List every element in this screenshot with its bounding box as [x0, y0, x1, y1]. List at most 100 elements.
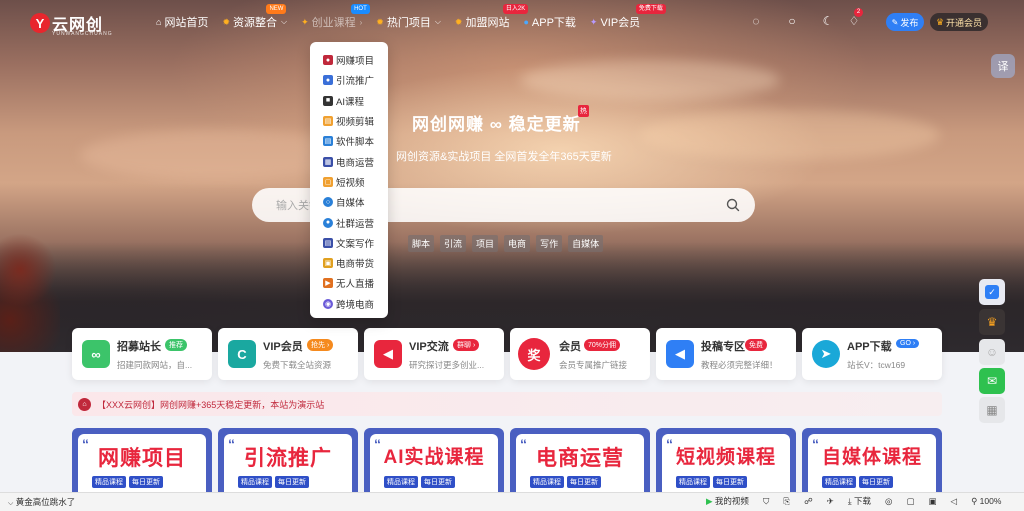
dropdown-item[interactable]: ○ 自媒体 [310, 192, 388, 212]
pip-icon[interactable]: ▣ [928, 496, 936, 507]
category-icon: ◉ [323, 298, 333, 309]
search-icon[interactable] [725, 197, 741, 213]
banner-tags: 精品课程 每日更新 [384, 476, 458, 488]
feature-desc: 招建同款网站，自... [117, 360, 193, 370]
feature-card-app[interactable]: ➤ APP下载 GO › 站长V：tcw169 [802, 328, 942, 380]
dropdown-item[interactable]: ● 社群运营 [310, 212, 388, 232]
dropdown-item-label: 软件脚本 [336, 137, 375, 149]
publish-button[interactable]: ✎ 发布 [886, 13, 924, 31]
chevron-down-icon: › [359, 17, 363, 27]
banner-tag: 每日更新 [859, 476, 893, 488]
course-banner[interactable]: “ 电商运营 精品课程 每日更新 [510, 428, 650, 492]
site-logo[interactable]: Y 云网创 YUNWANGCHUANG [30, 11, 112, 37]
star-icon: ✹ [376, 16, 384, 27]
nav-vip[interactable]: ✦ VIP会员 免费下载 [590, 4, 666, 30]
feature-desc: 免费下载全站资源 [263, 360, 332, 370]
dropdown-item[interactable]: ● 网赚项目 [310, 50, 388, 70]
dropdown-item[interactable]: ▤ 软件脚本 [310, 131, 388, 151]
feature-title: 招募站长 [117, 341, 161, 353]
feature-card-recruit[interactable]: ∞ 招募站长 推荐 招建同款网站，自... [72, 328, 212, 380]
nav-hot-projects[interactable]: ✹ 热门项目 ⌵ [376, 14, 441, 30]
dropdown-item-label: 文案写作 [336, 238, 375, 250]
hero-background [0, 0, 1024, 352]
nav-franchise[interactable]: ✹ 加盟网站 日入2K [455, 4, 529, 30]
feature-title: 投稿专区 [701, 341, 745, 353]
translate-icon[interactable]: ☍ [804, 496, 813, 507]
feature-card-member[interactable]: 奖 会员 70%分佣 会员专属推广链接 [510, 328, 650, 380]
browser-status-bar: ⌵ 黄金高位跳水了 ▶ 我的视频 ⛉ ⎘ ☍ ✈ ⤓ 下载 ◎ ▢ ▣ ◁ ⚲ … [0, 492, 1024, 511]
dropdown-item[interactable]: ▢ 短视频 [310, 172, 388, 192]
qrcode-button[interactable]: ▦ [979, 397, 1005, 423]
nav-courses[interactable]: ✦ 创业课程 › HOT [301, 4, 370, 30]
courses-dropdown-menu: ● 网赚项目 ● 引流推广 ■ AI课程 ▤ 视频剪辑 ▤ 软件脚本 ▦ 电商运营 ▢ 短视频… [310, 42, 388, 318]
wechat-button[interactable]: ✉ [979, 368, 1005, 394]
category-icon: ○ [323, 197, 333, 208]
shield-icon[interactable]: ⛉ [763, 496, 769, 507]
service-button[interactable]: ☺ [979, 339, 1005, 365]
my-video-button[interactable]: ▶ 我的视频 [706, 495, 749, 507]
feature-card-vip[interactable]: C VIP会员 抢先 › 免费下载全站资源 [218, 328, 358, 380]
dropdown-item-label: 视频剪辑 [336, 117, 375, 129]
banner-tag: 精品课程 [238, 476, 272, 488]
keyword-tag[interactable]: 写作 [536, 235, 563, 252]
home-icon: ⌂ [156, 17, 162, 27]
status-news[interactable]: ⌵ 黄金高位跳水了 [8, 496, 75, 508]
dropdown-item[interactable]: ▦ 电商运营 [310, 151, 388, 171]
course-banner[interactable]: “ 网赚项目 精品课程 每日更新 [72, 428, 212, 492]
category-icon: ● [323, 75, 333, 86]
vip-float-button[interactable]: ♛ [979, 309, 1005, 335]
feature-badge: 70%分佣 [584, 339, 621, 351]
window-icon[interactable]: ▢ [906, 496, 914, 507]
free-download-badge: 免费下载 [635, 4, 666, 14]
download-label: 下载 [854, 496, 872, 506]
banner-inner: “ 短视频课程 精品课程 每日更新 [662, 434, 790, 492]
banner-title: AI实战课程 [383, 447, 485, 468]
dropdown-item[interactable]: ● 引流推广 [310, 70, 388, 90]
screenshot-icon[interactable]: ⎘ [783, 496, 790, 507]
translate-button[interactable]: 译 [991, 54, 1015, 78]
course-banner[interactable]: “ 短视频课程 精品课程 每日更新 [656, 428, 796, 492]
moon-icon[interactable]: ☾ [820, 14, 836, 28]
rocket-icon[interactable]: ✈ [827, 496, 834, 507]
dropdown-item[interactable]: ▶ 无人直播 [310, 273, 388, 293]
keyword-tag[interactable]: 脚本 [408, 235, 435, 252]
dropdown-item[interactable]: ▣ 电商带货 [310, 253, 388, 273]
nav-app-download[interactable]: ● APP下载 [523, 14, 575, 30]
lightbulb-icon[interactable]: ◌ [748, 14, 764, 28]
download-button[interactable]: ⤓ 下载 [848, 495, 871, 507]
announcement-bar[interactable]: ⌂ 【XXX云网创】网创网赚+365天稳定更新，本站为演示站 [72, 392, 942, 416]
nav-home[interactable]: ⌂ 网站首页 [156, 14, 208, 30]
keyword-tag[interactable]: 项目 [472, 235, 499, 252]
bell-icon[interactable]: ♢ 2 [846, 8, 863, 28]
course-banner[interactable]: “ 自媒体课程 精品课程 每日更新 [802, 428, 942, 492]
dropdown-item[interactable]: ▤ 视频剪辑 [310, 111, 388, 131]
game-icon[interactable]: ◎ [885, 496, 892, 507]
check-button[interactable]: ✓ [979, 279, 1005, 305]
course-banner[interactable]: “ 引流推广 精品课程 每日更新 [218, 428, 358, 492]
banner-tag: 精品课程 [384, 476, 418, 488]
zoom-control[interactable]: ⚲ 100% [971, 496, 1001, 507]
feature-title: VIP会员 [263, 341, 303, 353]
keyword-tag[interactable]: 电商 [504, 235, 531, 252]
feature-card-submit[interactable]: ◀ 投稿专区 免费 教程必须完整详细！ [656, 328, 796, 380]
pen-icon: ✎ [891, 17, 899, 27]
banner-tags: 精品课程 每日更新 [676, 476, 750, 488]
keyword-tag[interactable]: 自媒体 [568, 235, 604, 252]
banner-tags: 精品课程 每日更新 [92, 476, 166, 488]
dropdown-item[interactable]: ▤ 文案写作 [310, 233, 388, 253]
feature-card-vip-chat[interactable]: ◀ VIP交流 群聊 › 研究探讨更多创业... [364, 328, 504, 380]
logo-badge: Y [30, 13, 50, 33]
dropdown-item-label: 跨境电商 [336, 299, 375, 311]
dropdown-item[interactable]: ■ AI课程 [310, 91, 388, 111]
banner-tags: 精品课程 每日更新 [238, 476, 312, 488]
keyword-tag[interactable]: 引流 [440, 235, 467, 252]
vip-label: 开通会员 [946, 17, 983, 28]
search-icon[interactable]: ○ [784, 14, 800, 28]
volume-icon[interactable]: ◁ [951, 496, 958, 507]
course-banner[interactable]: “ AI实战课程 精品课程 每日更新 [364, 428, 504, 492]
nav-resources[interactable]: ✹ 资源整合 ⌵ NEW [222, 4, 287, 30]
dropdown-item[interactable]: ◉ 跨境电商 [310, 294, 388, 314]
open-vip-button[interactable]: ♛ 开通会员 [930, 13, 988, 31]
dropdown-item-label: 自媒体 [336, 198, 365, 210]
feature-title: VIP交流 [409, 341, 449, 353]
